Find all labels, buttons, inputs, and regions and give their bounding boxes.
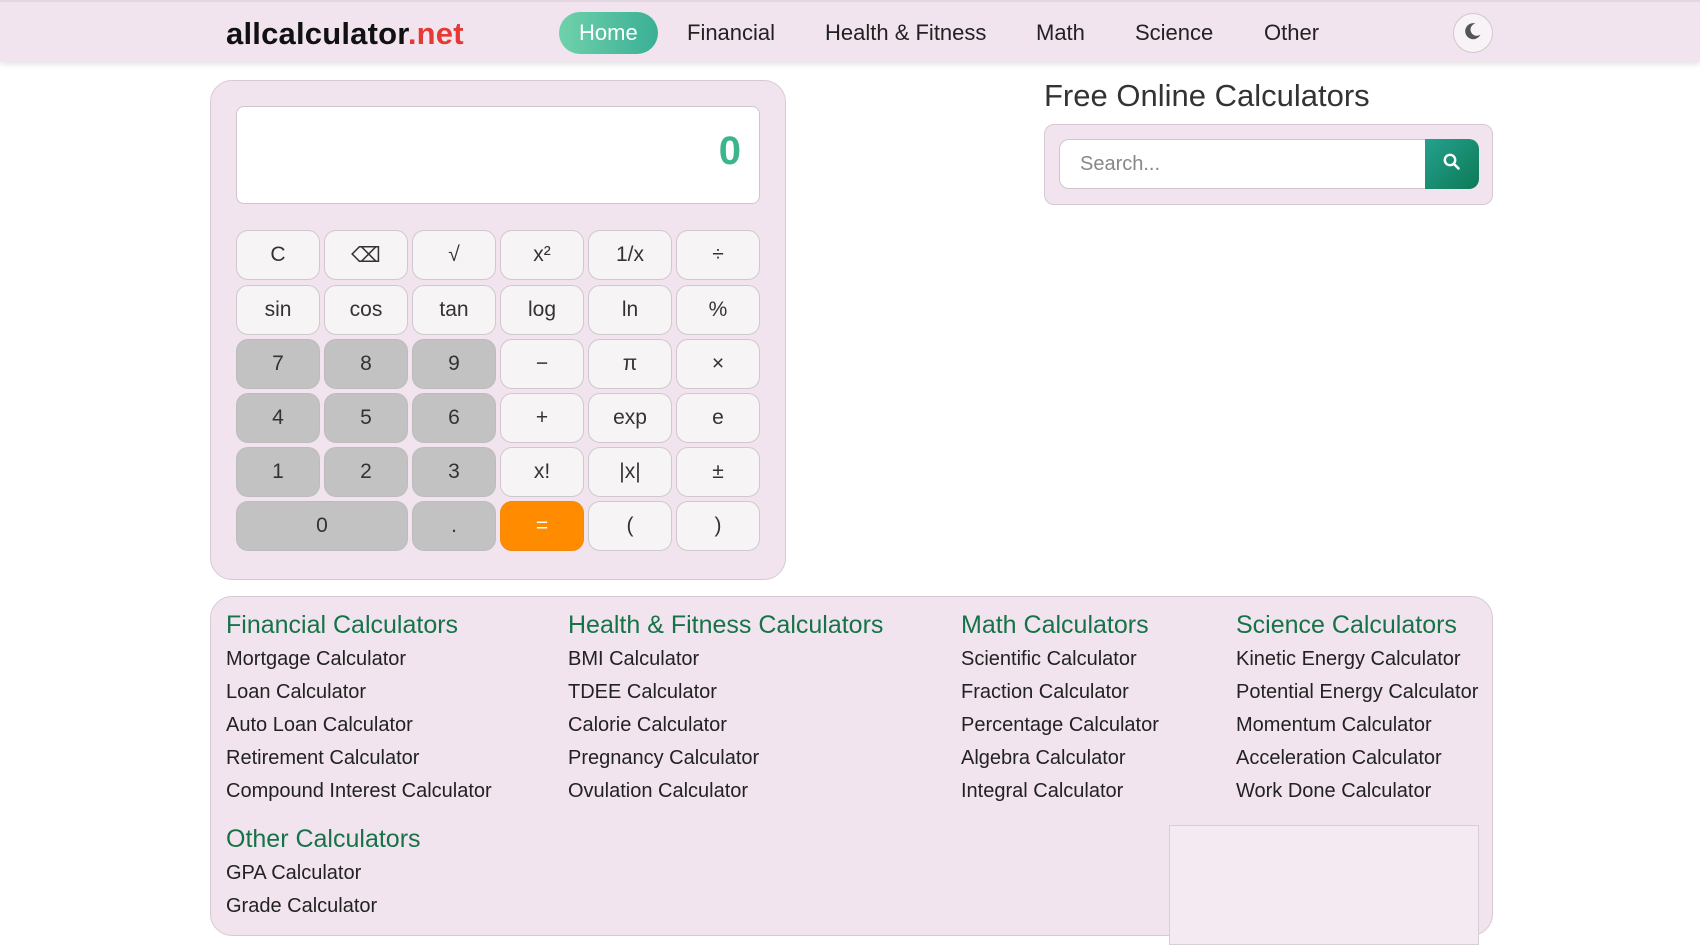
calculator-panel: 0 C ⌫ √ x² 1/x ÷ sin cos tan log ln% 7 8 9− π × 4 5 6 + exp e… bbox=[210, 80, 786, 580]
category-link[interactable]: Grade Calculator bbox=[226, 890, 421, 923]
e-key[interactable]: e bbox=[676, 393, 760, 443]
category-link[interactable]: Loan Calculator bbox=[226, 676, 492, 709]
category-link[interactable]: TDEE Calculator bbox=[568, 676, 883, 709]
calculator-categories-panel: Financial Calculators Mortgage Calculato… bbox=[210, 596, 1493, 945]
category-link[interactable]: Calorie Calculator bbox=[568, 709, 883, 742]
nav-other[interactable]: Other bbox=[1264, 12, 1319, 54]
abs-key[interactable]: |x| bbox=[588, 447, 672, 497]
category-link[interactable]: Ovulation Calculator bbox=[568, 775, 883, 808]
digit-9-key[interactable]: 9 bbox=[412, 339, 496, 389]
category-title: Science Calculators bbox=[1236, 611, 1457, 639]
clear-key[interactable]: C bbox=[236, 230, 320, 280]
category-link[interactable]: Momentum Calculator bbox=[1236, 709, 1478, 742]
cos-key[interactable]: cos bbox=[324, 285, 408, 335]
sqrt-key[interactable]: √ bbox=[412, 230, 496, 280]
category-link[interactable]: Integral Calculator bbox=[961, 775, 1159, 808]
ln-key[interactable]: ln bbox=[588, 285, 672, 335]
minus-key[interactable]: − bbox=[500, 339, 584, 389]
search-input[interactable] bbox=[1059, 139, 1425, 189]
tan-key[interactable]: tan bbox=[412, 285, 496, 335]
nav-science[interactable]: Science bbox=[1135, 12, 1213, 54]
negate-key[interactable]: ± bbox=[676, 447, 760, 497]
exp-key[interactable]: exp bbox=[588, 393, 672, 443]
category-health-fitness: Health & Fitness Calculators BMI Calcula… bbox=[568, 607, 883, 808]
backspace-key[interactable]: ⌫ bbox=[324, 230, 408, 280]
log-key[interactable]: log bbox=[500, 285, 584, 335]
category-link[interactable]: Potential Energy Calculator bbox=[1236, 676, 1478, 709]
digit-1-key[interactable]: 1 bbox=[236, 447, 320, 497]
calculator-display: 0 bbox=[236, 106, 760, 204]
logo-main-text: allcalculator bbox=[226, 16, 408, 51]
multiply-key[interactable]: × bbox=[676, 339, 760, 389]
reciprocal-key[interactable]: 1/x bbox=[588, 230, 672, 280]
category-link[interactable]: Acceleration Calculator bbox=[1236, 742, 1478, 775]
digit-2-key[interactable]: 2 bbox=[324, 447, 408, 497]
ad-placeholder bbox=[1169, 825, 1479, 945]
theme-toggle-button[interactable] bbox=[1453, 13, 1493, 53]
close-paren-key[interactable]: ) bbox=[676, 501, 760, 551]
category-math: Math Calculators Scientific Calculator F… bbox=[961, 607, 1159, 808]
category-link[interactable]: Retirement Calculator bbox=[226, 742, 492, 775]
category-link[interactable]: Work Done Calculator bbox=[1236, 775, 1478, 808]
category-link[interactable]: Percentage Calculator bbox=[961, 709, 1159, 742]
category-other: Other Calculators GPA Calculator Grade C… bbox=[226, 821, 421, 923]
display-value: 0 bbox=[718, 129, 741, 173]
category-link[interactable]: GPA Calculator bbox=[226, 857, 421, 890]
digit-3-key[interactable]: 3 bbox=[412, 447, 496, 497]
logo-tld-text: .net bbox=[407, 16, 464, 51]
search-heading: Free Online Calculators bbox=[1044, 78, 1370, 113]
category-link[interactable]: Scientific Calculator bbox=[961, 643, 1159, 676]
digit-4-key[interactable]: 4 bbox=[236, 393, 320, 443]
search-button[interactable] bbox=[1425, 139, 1479, 189]
category-link[interactable]: Algebra Calculator bbox=[961, 742, 1159, 775]
category-link[interactable]: Pregnancy Calculator bbox=[568, 742, 883, 775]
category-title: Financial Calculators bbox=[226, 611, 459, 639]
digit-7-key[interactable]: 7 bbox=[236, 339, 320, 389]
category-title: Health & Fitness Calculators bbox=[568, 611, 884, 639]
category-financial: Financial Calculators Mortgage Calculato… bbox=[226, 607, 492, 808]
category-title: Other Calculators bbox=[226, 825, 421, 853]
open-paren-key[interactable]: ( bbox=[588, 501, 672, 551]
category-title: Math Calculators bbox=[961, 611, 1149, 639]
nav-math[interactable]: Math bbox=[1036, 12, 1085, 54]
digit-0-key[interactable]: 0 bbox=[236, 501, 408, 551]
search-panel bbox=[1044, 124, 1493, 205]
digit-8-key[interactable]: 8 bbox=[324, 339, 408, 389]
divide-key[interactable]: ÷ bbox=[676, 230, 760, 280]
moon-icon bbox=[1463, 21, 1483, 46]
nav-financial[interactable]: Financial bbox=[687, 12, 775, 54]
pi-key[interactable]: π bbox=[588, 339, 672, 389]
plus-key[interactable]: + bbox=[500, 393, 584, 443]
category-link[interactable]: Fraction Calculator bbox=[961, 676, 1159, 709]
equals-key[interactable]: = bbox=[500, 501, 584, 551]
top-navbar: allcalculator.net Home Financial Health … bbox=[0, 0, 1700, 62]
category-link[interactable]: Kinetic Energy Calculator bbox=[1236, 643, 1478, 676]
category-link[interactable]: Auto Loan Calculator bbox=[226, 709, 492, 742]
nav-home[interactable]: Home bbox=[559, 12, 658, 54]
decimal-key[interactable]: . bbox=[412, 501, 496, 551]
square-key[interactable]: x² bbox=[500, 230, 584, 280]
category-link[interactable]: BMI Calculator bbox=[568, 643, 883, 676]
nav-health-fitness[interactable]: Health & Fitness bbox=[825, 12, 986, 54]
percent-key[interactable]: % bbox=[676, 285, 760, 335]
site-logo[interactable]: allcalculator.net bbox=[226, 16, 464, 52]
search-icon bbox=[1442, 152, 1462, 177]
factorial-key[interactable]: x! bbox=[500, 447, 584, 497]
digit-6-key[interactable]: 6 bbox=[412, 393, 496, 443]
sin-key[interactable]: sin bbox=[236, 285, 320, 335]
digit-5-key[interactable]: 5 bbox=[324, 393, 408, 443]
category-link[interactable]: Compound Interest Calculator bbox=[226, 775, 492, 808]
category-link[interactable]: Mortgage Calculator bbox=[226, 643, 492, 676]
category-science: Science Calculators Kinetic Energy Calcu… bbox=[1236, 607, 1478, 808]
